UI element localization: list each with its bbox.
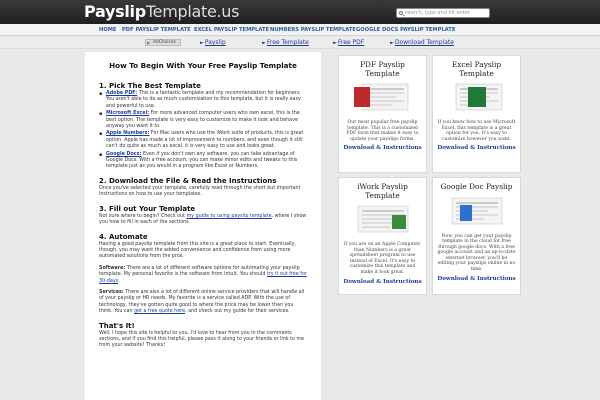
logo-text-light: Template.us bbox=[145, 2, 240, 21]
ad-link-label: Payslip bbox=[204, 39, 226, 46]
section-text-download: Once you've selected your template, care… bbox=[99, 185, 301, 198]
section-heading-download: 2. Download the File & Read the Instruct… bbox=[99, 176, 277, 185]
microsoft-excel-link[interactable]: Microsoft Excel: bbox=[106, 111, 149, 116]
ad-link-label: Download Template bbox=[394, 39, 454, 46]
card-description: If you are on an Apple Computer, than Nu… bbox=[343, 242, 422, 275]
section-heading-fill-out: 3. Fill out Your Template bbox=[99, 204, 196, 213]
nav-excel-payslip-template[interactable]: EXCEL PAYSLIP TEMPLATE bbox=[194, 27, 269, 33]
triangle-right-icon: ► bbox=[390, 40, 394, 46]
template-options-list: Adobe PDF: This is a fantastic template … bbox=[99, 91, 307, 171]
excel-template-thumbnail[interactable] bbox=[446, 83, 508, 111]
numbers-template-thumbnail[interactable] bbox=[352, 205, 414, 233]
main-article: How To Begin With Your Free Payslip Temp… bbox=[85, 52, 321, 400]
search-icon bbox=[399, 11, 403, 15]
text-fragment: . bbox=[118, 278, 120, 284]
list-item: Adobe PDF: This is a fantastic template … bbox=[99, 91, 307, 110]
apple-numbers-link[interactable]: Apple Numbers: bbox=[106, 131, 149, 136]
google-doc-download-link[interactable]: Download & Instructions bbox=[437, 276, 516, 282]
search-input[interactable]: search, type and hit enter bbox=[396, 8, 490, 18]
ad-link-payslip[interactable]: ►Payslip bbox=[200, 39, 226, 46]
nav-pdf-payslip-template[interactable]: PDF PAYSLIP TEMPLATE bbox=[122, 27, 191, 33]
card-title[interactable]: Excel Payslip Template bbox=[437, 60, 516, 78]
software-label: Software: bbox=[99, 265, 126, 271]
nav-google-docs-payslip-template[interactable]: GOOGLE DOCS PAYSLIP TEMPLATE bbox=[356, 27, 455, 33]
card-title[interactable]: Google Doc Payslip bbox=[437, 182, 516, 192]
section-heading-thats-it: That's It! bbox=[99, 321, 135, 330]
text-fragment: , and check out my guide for their servi… bbox=[185, 309, 290, 315]
ad-link-free-pdf[interactable]: ►Free PDF bbox=[333, 39, 364, 46]
adobe-pdf-link[interactable]: Adobe PDF: bbox=[106, 91, 137, 96]
card-description: Our most popular free payslip template. … bbox=[346, 120, 419, 142]
site-logo[interactable]: PayslipTemplate.us bbox=[84, 2, 239, 21]
iwork-download-link[interactable]: Download & Instructions bbox=[343, 279, 422, 285]
google-doc-template-thumbnail[interactable] bbox=[446, 197, 508, 225]
services-paragraph: Services: There are also a lot of differ… bbox=[99, 290, 307, 316]
nav-home[interactable]: HOME bbox=[99, 27, 116, 33]
card-description: If you know how to use Microsoft Excel, … bbox=[437, 120, 516, 142]
card-title[interactable]: PDF Payslip Template bbox=[343, 60, 422, 78]
section-text-thats-it: Well, I hope this site is helpful to you… bbox=[99, 330, 305, 349]
text-fragment: Not sure where to begin? Check out bbox=[99, 213, 187, 219]
ad-link-label: Free PDF bbox=[337, 39, 365, 46]
section-text-fill-out: Not sure where to begin? Check out my gu… bbox=[99, 214, 307, 227]
card-excel-payslip: Excel Payslip Template If you know how t… bbox=[432, 55, 521, 173]
site-header: PayslipTemplate.us search, type and hit … bbox=[0, 0, 600, 24]
google-docs-link[interactable]: Google Docs: bbox=[106, 152, 141, 157]
ad-link-download-template[interactable]: ►Download Template bbox=[390, 39, 454, 46]
card-pdf-payslip: PDF Payslip Template Our most popular fr… bbox=[338, 55, 427, 173]
ad-link-label: Free Template bbox=[266, 39, 309, 46]
adchoices-badge[interactable]: AdChoices bbox=[145, 39, 181, 46]
triangle-right-icon: ► bbox=[200, 40, 204, 46]
list-item: Microsoft Excel: For more advanced compu… bbox=[99, 111, 307, 130]
nav-numbers-payslip-template[interactable]: NUMBERS PAYSLIP TEMPLATE bbox=[270, 27, 356, 33]
services-label: Services: bbox=[99, 289, 124, 295]
main-nav: HOME PDF PAYSLIP TEMPLATE EXCEL PAYSLIP … bbox=[0, 24, 600, 36]
card-iwork-payslip: iWork Payslip Template If you are on an … bbox=[338, 177, 427, 295]
card-google-doc-payslip: Google Doc Payslip Now, you can get your… bbox=[432, 177, 521, 295]
list-item: Apple Numbers: For Mac users who use the… bbox=[99, 131, 307, 150]
article-title: How To Begin With Your Free Payslip Temp… bbox=[109, 61, 297, 70]
triangle-right-icon: ► bbox=[333, 40, 337, 46]
pdf-template-thumbnail[interactable] bbox=[352, 83, 414, 111]
card-description: Now, you can get your payslip template i… bbox=[437, 233, 516, 273]
list-item: Google Docs: Even if you don't own any s… bbox=[99, 152, 307, 171]
free-quote-link[interactable]: get a free quote here bbox=[134, 309, 185, 314]
logo-text-dark: Payslip bbox=[84, 2, 146, 21]
section-text-automate: Having a good payslip template from this… bbox=[99, 241, 296, 260]
card-title[interactable]: iWork Payslip Template bbox=[343, 182, 422, 200]
pdf-download-link[interactable]: Download & Instructions bbox=[343, 145, 422, 151]
ad-link-free-template[interactable]: ►Free Template bbox=[262, 39, 309, 46]
section-heading-automate: 4. Automate bbox=[99, 232, 148, 241]
triangle-right-icon: ► bbox=[262, 40, 266, 46]
ad-link-bar: AdChoices ►Payslip ►Free Template ►Free … bbox=[0, 37, 600, 49]
software-paragraph: Software: There are a lot of different s… bbox=[99, 266, 307, 285]
guide-link[interactable]: my guide to using payslip template bbox=[187, 214, 272, 219]
section-heading-pick-template: 1. Pick The Best Template bbox=[99, 82, 201, 90]
search-placeholder: search, type and hit enter bbox=[405, 10, 470, 16]
excel-download-link[interactable]: Download & Instructions bbox=[437, 145, 516, 151]
